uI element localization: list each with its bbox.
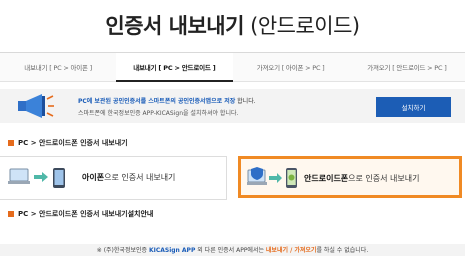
android-label-rest: 으로 인증서 내보내기 (348, 174, 420, 183)
section-bullet-icon (8, 140, 14, 146)
megaphone-icon (18, 94, 54, 118)
tab-bar: 내보내기 [ PC > 아이폰 ] 내보내기 [ PC > 안드로이드 ] 가져… (0, 52, 465, 82)
section-bullet-icon (8, 211, 14, 217)
install-button[interactable]: 설치하기 (376, 97, 451, 117)
tab-export-pc-iphone[interactable]: 내보내기 [ PC > 아이폰 ] (0, 53, 116, 81)
section-heading-install-guide: PC > 안드로이드폰 인증서 내보내기 설치안내 (8, 209, 153, 219)
install-guide-heading-bold: 설치안내 (127, 210, 154, 218)
install-guide-heading-prefix: PC > 안드로이드폰 인증서 내보내기 (18, 210, 128, 218)
page-title-sub: (안드로이드) (250, 14, 360, 38)
footer-part-3: 를 하실 수 없습니다. (316, 247, 369, 254)
notice-line-1: PC에 보관된 공인인증서를 스마트폰의 공인인증서앱으로 저장 합니다. (78, 96, 256, 105)
footer-brand: KICASign APP (148, 247, 196, 254)
export-to-iphone-card[interactable]: 아이폰으로 인증서 내보내기 (0, 156, 227, 200)
tab-import-android-pc[interactable]: 가져오기 [ 안드로이드 > PC ] (349, 53, 465, 81)
android-label-bold: 안드로이드폰 (304, 174, 349, 183)
footer-part-1: ※ (주)한국정보인증 (96, 247, 149, 254)
notice-line-2: 스마트폰에 한국정보인증 APP-KICASign을 설치하셔야 합니다. (78, 110, 239, 117)
footer-part-2: 외 다른 인증서 APP에서는 (195, 247, 266, 254)
tab-export-pc-android[interactable]: 내보내기 [ PC > 안드로이드 ] (116, 53, 233, 82)
export-to-iphone-label: 아이폰으로 인증서 내보내기 (82, 172, 175, 183)
notice-banner: PC에 보관된 공인인증서를 스마트폰의 공인인증서앱으로 저장 합니다. 스마… (0, 89, 465, 123)
notice-line-1-suffix: 합니다. (235, 98, 256, 105)
tab-import-iphone-pc[interactable]: 가져오기 [ 아이폰 > PC ] (233, 53, 349, 81)
pc-to-iphone-icon (8, 168, 65, 188)
pc-to-android-icon (247, 167, 297, 188)
export-to-android-card[interactable]: 안드로이드폰으로 인증서 내보내기 (238, 156, 462, 198)
section-heading-export: PC > 안드로이드폰 인증서 내보내기 (8, 138, 128, 148)
page-title: 인증서 내보내기 (안드로이드) (0, 10, 465, 40)
page-title-main: 인증서 내보내기 (105, 14, 244, 38)
iphone-label-rest: 으로 인증서 내보내기 (104, 173, 176, 182)
notice-highlight: PC에 보관된 공인인증서를 스마트폰의 공인인증서앱으로 저장 (78, 98, 236, 105)
section-heading-text: PC > 안드로이드폰 인증서 내보내기 (18, 139, 128, 147)
iphone-label-bold: 아이폰 (82, 173, 105, 182)
export-to-android-label: 안드로이드폰으로 인증서 내보내기 (304, 173, 420, 184)
footer-highlight: 내보내기 / 가져오기 (265, 247, 317, 254)
footer-note: ※ (주)한국정보인증 KICASign APP 외 다른 인증서 APP에서는… (0, 244, 465, 256)
footer-note-text: ※ (주)한국정보인증 KICASign APP 외 다른 인증서 APP에서는… (0, 245, 465, 254)
